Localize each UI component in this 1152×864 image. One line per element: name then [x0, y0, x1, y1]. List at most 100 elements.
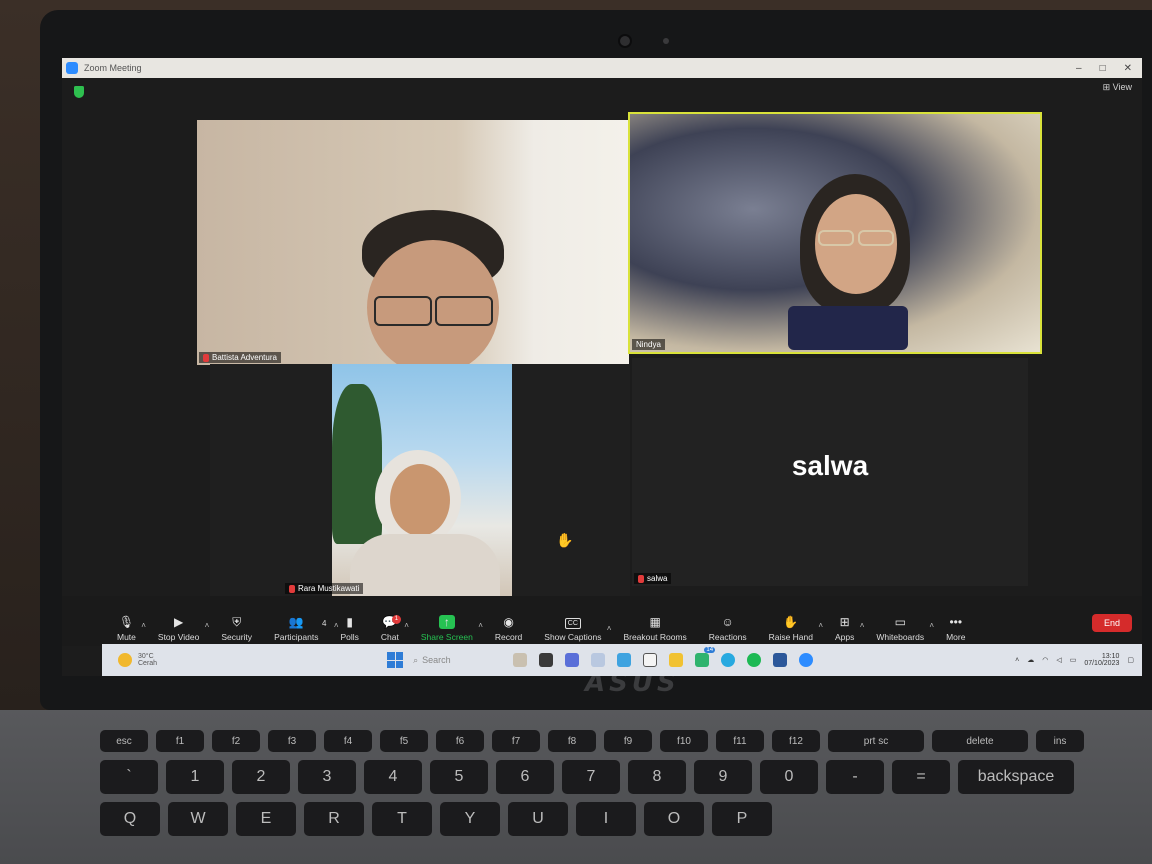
record-button[interactable]: ◉ Record	[495, 615, 522, 642]
keyboard-key[interactable]: f6	[436, 730, 484, 752]
video-tile-rara[interactable]: Rara Mustikawati	[210, 364, 630, 596]
mute-button[interactable]: 🎙 Mute ˄	[117, 615, 146, 642]
chevron-up-icon[interactable]: ˄	[1015, 657, 1019, 664]
keyboard-key[interactable]: 1	[166, 760, 224, 794]
apps-button[interactable]: ⊞ Apps ˄	[835, 615, 864, 642]
keyboard-key[interactable]: f2	[212, 730, 260, 752]
reactions-button[interactable]: ☺ Reactions	[709, 615, 747, 642]
widgets-icon[interactable]	[539, 653, 554, 667]
breakout-rooms-button[interactable]: ▦ Breakout Rooms	[623, 615, 686, 642]
keyboard-key[interactable]: U	[508, 802, 568, 836]
keyboard-key[interactable]: R	[304, 802, 364, 836]
participants-button[interactable]: 👥 Participants 4 ˄	[274, 615, 338, 642]
keyboard-key[interactable]: f3	[268, 730, 316, 752]
keyboard-key[interactable]: esc	[100, 730, 148, 752]
view-button[interactable]: ⊞ View	[1103, 82, 1132, 93]
keyboard-key[interactable]: 5	[430, 760, 488, 794]
video-tile-nindya[interactable]: Nindya	[628, 112, 1042, 354]
security-button[interactable]: ⛨ Security	[221, 615, 252, 643]
volume-icon[interactable]: ◁	[1056, 656, 1061, 664]
chevron-up-icon[interactable]: ˄	[818, 621, 823, 630]
keyboard-key[interactable]: 6	[496, 760, 554, 794]
show-captions-button[interactable]: CC Show Captions ˄	[544, 618, 611, 642]
keyboard-key[interactable]: delete	[932, 730, 1028, 752]
chevron-up-icon[interactable]: ˄	[334, 621, 339, 630]
recycle-icon[interactable]	[591, 653, 606, 667]
file-explorer-icon[interactable]	[669, 653, 684, 667]
raise-hand-button[interactable]: ✋ Raise Hand ˄	[768, 615, 823, 642]
chevron-up-icon[interactable]: ˄	[860, 621, 865, 630]
keyboard-key[interactable]: 7	[562, 760, 620, 794]
maximize-button[interactable]: □	[1100, 63, 1106, 74]
keyboard-key[interactable]: backspace	[958, 760, 1074, 794]
keyboard-key[interactable]: `	[100, 760, 158, 794]
word-icon[interactable]	[773, 653, 788, 667]
stop-video-button[interactable]: ▶ Stop Video ˄	[158, 615, 209, 642]
chevron-up-icon[interactable]: ˄	[929, 621, 934, 630]
keyboard-key[interactable]: f12	[772, 730, 820, 752]
taskbar-search[interactable]: ⌕ Search	[413, 655, 503, 666]
keyboard-key[interactable]: W	[168, 802, 228, 836]
minimize-button[interactable]: –	[1076, 63, 1082, 74]
store-icon[interactable]: 14	[695, 647, 716, 667]
keyboard-key[interactable]: Y	[440, 802, 500, 836]
keyboard-key[interactable]: f10	[660, 730, 708, 752]
keyboard-key[interactable]: 9	[694, 760, 752, 794]
chevron-up-icon[interactable]: ˄	[478, 621, 483, 630]
chat-app-icon[interactable]	[565, 653, 580, 667]
checkmark-app-icon[interactable]	[617, 653, 632, 667]
keyboard-key[interactable]: =	[892, 760, 950, 794]
keyboard-key[interactable]: f11	[716, 730, 764, 752]
show-captions-label: Show Captions	[544, 632, 602, 642]
keyboard-key[interactable]: -	[826, 760, 884, 794]
wifi-icon[interactable]: ◠	[1042, 656, 1048, 664]
share-screen-button[interactable]: ↑ Share Screen ˄	[421, 615, 483, 642]
task-view-icon[interactable]	[513, 653, 528, 667]
chevron-up-icon[interactable]: ˄	[607, 624, 612, 633]
raise-hand-label: Raise Hand	[768, 632, 813, 642]
chevron-up-icon[interactable]: ˄	[205, 621, 210, 630]
keyboard-key[interactable]: T	[372, 802, 432, 836]
keyboard-key[interactable]: ins	[1036, 730, 1084, 752]
windows-start-icon[interactable]	[387, 652, 404, 668]
close-button[interactable]: ✕	[1124, 63, 1132, 74]
chevron-up-icon[interactable]: ˄	[404, 621, 409, 630]
keyboard-key[interactable]: E	[236, 802, 296, 836]
keyboard-key[interactable]: 2	[232, 760, 290, 794]
spotify-icon[interactable]	[747, 653, 762, 667]
security-shield-icon[interactable]	[74, 86, 84, 98]
end-meeting-button[interactable]: End	[1091, 614, 1132, 632]
keyboard-key[interactable]: Q	[100, 802, 160, 836]
keyboard-key[interactable]: 3	[298, 760, 356, 794]
glasses	[374, 296, 432, 326]
whiteboards-button[interactable]: ▭ Whiteboards ˄	[876, 615, 934, 642]
chevron-up-icon[interactable]: ˄	[141, 621, 146, 630]
keyboard-key[interactable]: P	[712, 802, 772, 836]
keyboard-key[interactable]: f9	[604, 730, 652, 752]
keyboard-key[interactable]: f4	[324, 730, 372, 752]
notification-icon[interactable]: ▢	[1127, 656, 1134, 664]
keyboard-key[interactable]: f1	[156, 730, 204, 752]
onedrive-icon[interactable]: ☁	[1027, 656, 1034, 664]
keyboard-key[interactable]: 4	[364, 760, 422, 794]
video-tile-battista[interactable]: Battista Adventura	[197, 120, 629, 365]
keyboard-key[interactable]: O	[644, 802, 704, 836]
notion-icon[interactable]	[643, 653, 658, 667]
system-clock[interactable]: 13:10 07/10/2023	[1084, 653, 1119, 667]
more-button[interactable]: ••• More	[946, 615, 965, 642]
keyboard-key[interactable]: 0	[760, 760, 818, 794]
keyboard-key[interactable]: f7	[492, 730, 540, 752]
record-label: Record	[494, 632, 523, 642]
battery-icon[interactable]: ▭	[1070, 656, 1077, 664]
video-tile-salwa[interactable]: salwa salwa	[632, 358, 1028, 586]
chat-button[interactable]: 💬 1 Chat ˄	[381, 615, 409, 642]
polls-button[interactable]: ▮ Polls	[340, 615, 358, 642]
zoom-icon[interactable]	[799, 653, 814, 667]
keyboard-key[interactable]: f8	[548, 730, 596, 752]
edge-icon[interactable]	[721, 653, 736, 667]
keyboard-key[interactable]: I	[576, 802, 636, 836]
keyboard-key[interactable]: 8	[628, 760, 686, 794]
keyboard-key[interactable]: prt sc	[828, 730, 924, 752]
weather-widget[interactable]: 30°C Cerah	[118, 653, 157, 667]
keyboard-key[interactable]: f5	[380, 730, 428, 752]
